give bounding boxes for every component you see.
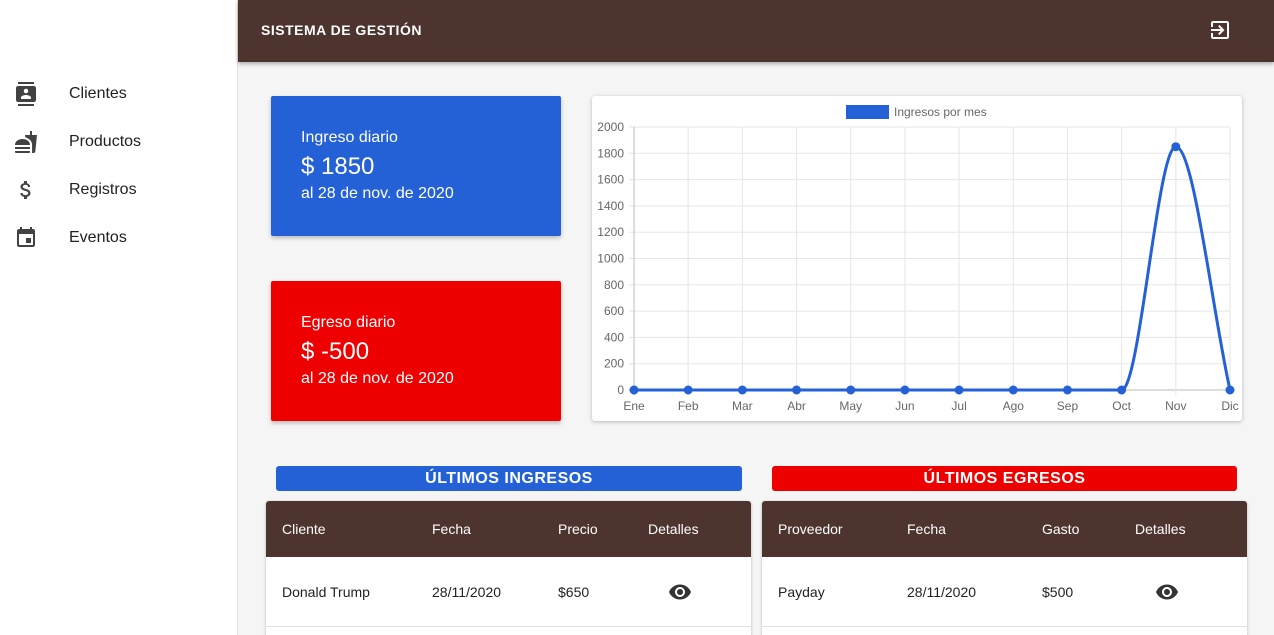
x-tick-label: May bbox=[839, 399, 862, 413]
sidebar-item-registros[interactable]: Registros bbox=[0, 166, 237, 214]
app-header: SISTEMA DE GESTIÓN bbox=[238, 0, 1274, 62]
income-chart: 0 200 400 600 800 1000 1200 1400 1600 1800 2000 Ene… bbox=[592, 96, 1242, 421]
column-header[interactable]: Precio bbox=[558, 521, 598, 537]
y-tick-label: 1400 bbox=[597, 199, 624, 213]
cell-gasto: $500 bbox=[1042, 584, 1074, 600]
calendar-icon bbox=[14, 226, 38, 250]
x-tick-label: Jun bbox=[895, 399, 914, 413]
data-point bbox=[1225, 385, 1235, 395]
sidebar-item-label: Clientes bbox=[69, 85, 127, 102]
latest-expense-banner: ÚLTIMOS EGRESOS bbox=[772, 466, 1237, 491]
y-tick-label: 600 bbox=[604, 304, 624, 318]
logout-icon[interactable] bbox=[1208, 18, 1232, 42]
table-row: Donald Trump 28/11/2020 $650 bbox=[266, 557, 751, 627]
latest-income-banner: ÚLTIMOS INGRESOS bbox=[276, 466, 742, 491]
x-tick-label: Feb bbox=[678, 399, 699, 413]
column-header[interactable]: Proveedor bbox=[778, 521, 843, 537]
sidebar-item-label: Eventos bbox=[69, 229, 127, 246]
cell-fecha: 28/11/2020 bbox=[432, 584, 502, 600]
data-point bbox=[1008, 385, 1018, 395]
y-tick-label: 1200 bbox=[597, 225, 624, 239]
y-tick-label: 1800 bbox=[597, 146, 624, 160]
legend-label: Ingresos por mes bbox=[894, 105, 987, 119]
card-value: $ -500 bbox=[301, 338, 370, 365]
table-header: Proveedor Fecha Gasto Detalles bbox=[762, 501, 1247, 557]
column-header[interactable]: Cliente bbox=[282, 521, 326, 537]
column-header[interactable]: Fecha bbox=[907, 521, 946, 537]
sidebar-item-label: Registros bbox=[69, 181, 137, 198]
card-date: al 28 de nov. de 2020 bbox=[301, 185, 454, 202]
sidebar-item-eventos[interactable]: Eventos bbox=[0, 214, 237, 262]
table-header: Cliente Fecha Precio Detalles bbox=[266, 501, 751, 557]
y-tick-label: 1000 bbox=[597, 252, 624, 266]
data-point bbox=[737, 385, 747, 395]
y-tick-label: 400 bbox=[604, 330, 624, 344]
legend-swatch bbox=[846, 105, 889, 119]
x-tick-label: Ago bbox=[1003, 399, 1025, 413]
data-point bbox=[1062, 385, 1072, 395]
table-row: Payday 28/11/2020 $500 bbox=[762, 557, 1247, 627]
data-point bbox=[1171, 142, 1181, 152]
y-tick-label: 200 bbox=[604, 357, 624, 371]
x-tick-label: Sep bbox=[1057, 399, 1079, 413]
column-header[interactable]: Fecha bbox=[432, 521, 471, 537]
y-tick-label: 2000 bbox=[597, 120, 624, 134]
dollar-icon bbox=[14, 178, 38, 202]
income-table: Cliente Fecha Precio Detalles Donald Tru… bbox=[266, 501, 751, 635]
y-tick-label: 800 bbox=[604, 278, 624, 292]
x-tick-label: Nov bbox=[1165, 399, 1186, 413]
column-header[interactable]: Gasto bbox=[1042, 521, 1079, 537]
series-line bbox=[633, 145, 1232, 392]
card-date: al 28 de nov. de 2020 bbox=[301, 370, 454, 387]
x-tick-label: Mar bbox=[732, 399, 753, 413]
x-tick-label: Ene bbox=[623, 399, 645, 413]
sidebar-item-productos[interactable]: Productos bbox=[0, 118, 237, 166]
cell-proveedor: Payday bbox=[778, 584, 825, 600]
income-chart-svg: 0 200 400 600 800 1000 1200 1400 1600 1800 2000 Ene… bbox=[597, 105, 1239, 413]
eye-icon[interactable] bbox=[1155, 580, 1179, 604]
eye-icon[interactable] bbox=[668, 580, 692, 604]
expense-table: Proveedor Fecha Gasto Detalles Payday 28… bbox=[762, 501, 1247, 635]
card-title: Egreso diario bbox=[301, 314, 396, 331]
x-tick-label: Oct bbox=[1112, 399, 1131, 413]
app-title: SISTEMA DE GESTIÓN bbox=[261, 22, 422, 38]
sidebar: Clientes Productos Registros Eventos bbox=[0, 0, 238, 635]
y-tick-label: 0 bbox=[617, 383, 624, 397]
x-tick-label: Abr bbox=[787, 399, 806, 413]
data-point bbox=[846, 385, 856, 395]
data-point bbox=[1117, 385, 1127, 395]
card-value: $ 1850 bbox=[301, 153, 375, 180]
fastfood-icon bbox=[14, 130, 38, 154]
column-header[interactable]: Detalles bbox=[648, 521, 699, 537]
data-point bbox=[792, 385, 802, 395]
data-point bbox=[629, 385, 639, 395]
sidebar-item-label: Productos bbox=[69, 133, 142, 150]
data-point bbox=[900, 385, 910, 395]
cell-cliente: Donald Trump bbox=[282, 584, 370, 600]
data-point bbox=[954, 385, 964, 395]
column-header[interactable]: Detalles bbox=[1135, 521, 1186, 537]
contacts-icon bbox=[14, 82, 38, 106]
daily-income-card: Ingreso diario $ 1850 al 28 de nov. de 2… bbox=[271, 96, 561, 236]
cell-fecha: 28/11/2020 bbox=[907, 584, 977, 600]
data-point bbox=[683, 385, 693, 395]
cell-precio: $650 bbox=[558, 584, 590, 600]
card-title: Ingreso diario bbox=[301, 129, 398, 146]
x-tick-label: Dic bbox=[1221, 399, 1238, 413]
daily-expense-card: Egreso diario $ -500 al 28 de nov. de 20… bbox=[271, 281, 561, 421]
sidebar-item-clientes[interactable]: Clientes bbox=[0, 70, 237, 118]
x-tick-label: Jul bbox=[951, 399, 966, 413]
y-tick-label: 1600 bbox=[597, 173, 624, 187]
